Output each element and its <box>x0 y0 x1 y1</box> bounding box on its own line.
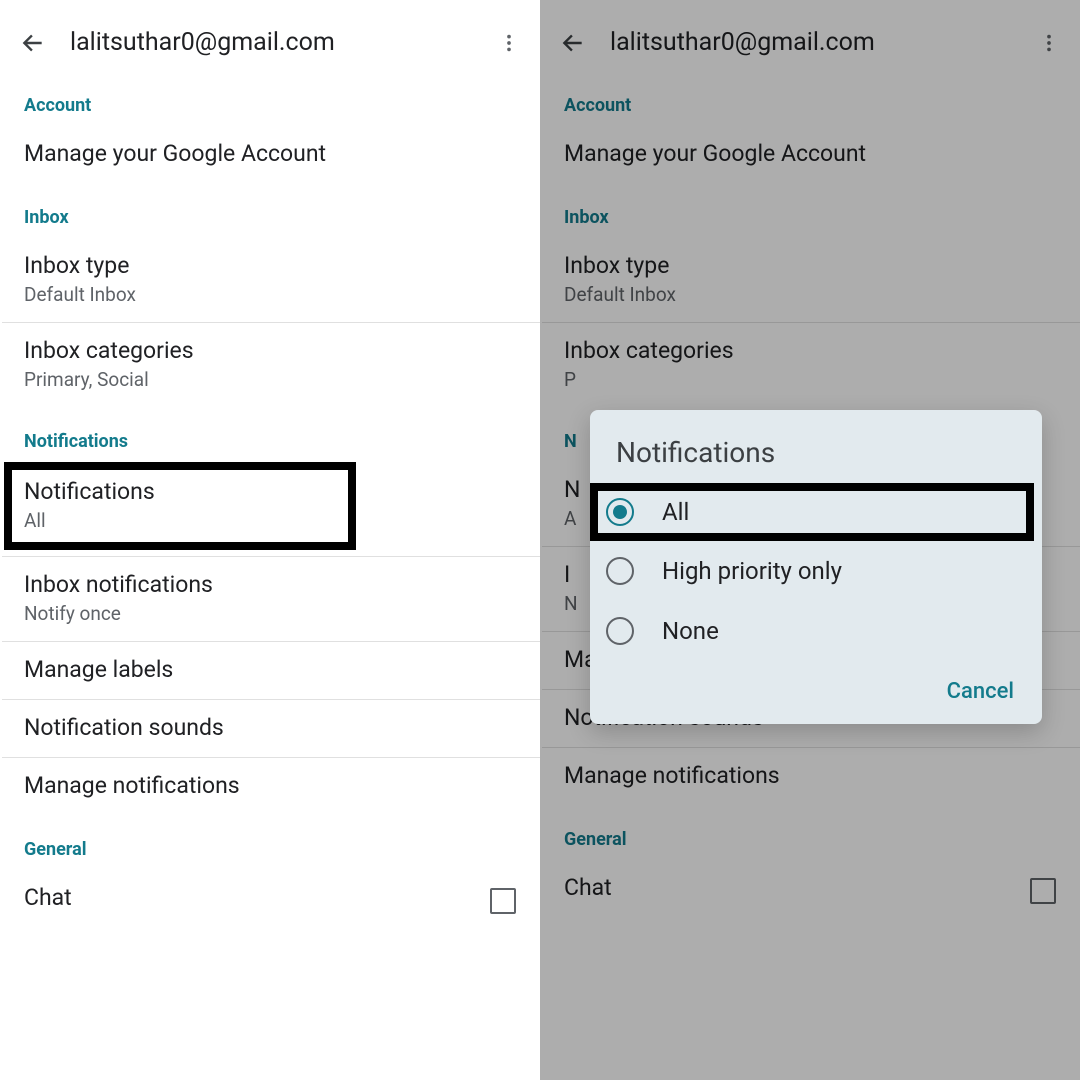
radio-unselected-icon <box>606 617 634 645</box>
inbox-type[interactable]: Inbox type Default Inbox <box>540 238 1080 322</box>
radio-option-all[interactable]: All <box>590 483 1034 541</box>
item-subtitle: P <box>564 368 1056 391</box>
section-header-inbox: Inbox <box>0 183 540 238</box>
item-title: Inbox categories <box>564 337 1056 364</box>
back-arrow-icon[interactable] <box>20 30 46 56</box>
notifications-dialog: Notifications All High priority only Non… <box>590 410 1042 724</box>
inbox-categories[interactable]: Inbox categories Primary, Social <box>0 323 540 407</box>
item-title: Inbox notifications <box>24 571 516 598</box>
inbox-notifications[interactable]: Inbox notifications Notify once <box>0 557 540 641</box>
topbar: lalitsuthar0@gmail.com <box>540 0 1080 77</box>
account-email: lalitsuthar0@gmail.com <box>610 28 1038 57</box>
dialog-actions: Cancel <box>590 661 1042 712</box>
notifications-setting-highlight[interactable]: Notifications All <box>4 462 356 550</box>
item-title: Inbox type <box>24 252 516 279</box>
chat-setting[interactable]: Chat <box>0 870 540 914</box>
radio-label: None <box>662 617 719 645</box>
radio-unselected-icon <box>606 557 634 585</box>
section-header-general: General <box>540 805 1080 860</box>
section-header-account: Account <box>0 77 540 126</box>
chat-checkbox[interactable] <box>490 888 516 914</box>
item-subtitle: Notify once <box>24 602 516 625</box>
item-title: Manage labels <box>24 656 516 683</box>
topbar: lalitsuthar0@gmail.com <box>0 0 540 77</box>
chat-checkbox[interactable] <box>1030 878 1056 904</box>
manage-notifications[interactable]: Manage notifications <box>0 758 540 815</box>
back-arrow-icon[interactable] <box>560 30 586 56</box>
manage-google-account[interactable]: Manage your Google Account <box>540 126 1080 183</box>
cancel-button[interactable]: Cancel <box>947 679 1014 704</box>
item-title: Manage notifications <box>564 762 1056 789</box>
notification-sounds[interactable]: Notification sounds <box>0 700 540 757</box>
item-title: Notification sounds <box>24 714 516 741</box>
item-title: Inbox categories <box>24 337 516 364</box>
manage-google-account[interactable]: Manage your Google Account <box>0 126 540 183</box>
item-title: Chat <box>24 884 490 911</box>
item-title: Manage your Google Account <box>564 140 1056 167</box>
radio-selected-icon <box>606 498 634 526</box>
item-title: Notifications <box>24 478 336 505</box>
inbox-type[interactable]: Inbox type Default Inbox <box>0 238 540 322</box>
item-title: Manage notifications <box>24 772 516 799</box>
account-email: lalitsuthar0@gmail.com <box>70 28 498 57</box>
radio-option-high-priority[interactable]: High priority only <box>590 541 1042 601</box>
manage-notifications[interactable]: Manage notifications <box>540 748 1080 805</box>
item-subtitle: Primary, Social <box>24 368 516 391</box>
section-header-notifications: Notifications <box>0 407 540 462</box>
item-subtitle: All <box>24 509 336 532</box>
item-subtitle: Default Inbox <box>24 283 516 306</box>
chat-setting[interactable]: Chat <box>540 860 1080 904</box>
item-title: Manage your Google Account <box>24 140 516 167</box>
more-vert-icon[interactable] <box>1038 32 1060 54</box>
more-vert-icon[interactable] <box>498 32 520 54</box>
item-subtitle: Default Inbox <box>564 283 1056 306</box>
item-title: Inbox type <box>564 252 1056 279</box>
manage-labels[interactable]: Manage labels <box>0 642 540 699</box>
radio-label: High priority only <box>662 557 842 585</box>
settings-panel-left: lalitsuthar0@gmail.com Account Manage yo… <box>0 0 540 1080</box>
item-title: Chat <box>564 874 1030 901</box>
section-header-account: Account <box>540 77 1080 126</box>
settings-panel-right: lalitsuthar0@gmail.com Account Manage yo… <box>540 0 1080 1080</box>
radio-label: All <box>662 498 689 526</box>
dialog-title: Notifications <box>590 410 1042 483</box>
radio-option-none[interactable]: None <box>590 601 1042 661</box>
section-header-general: General <box>0 815 540 870</box>
inbox-categories[interactable]: Inbox categories P <box>540 323 1080 407</box>
section-header-inbox: Inbox <box>540 183 1080 238</box>
